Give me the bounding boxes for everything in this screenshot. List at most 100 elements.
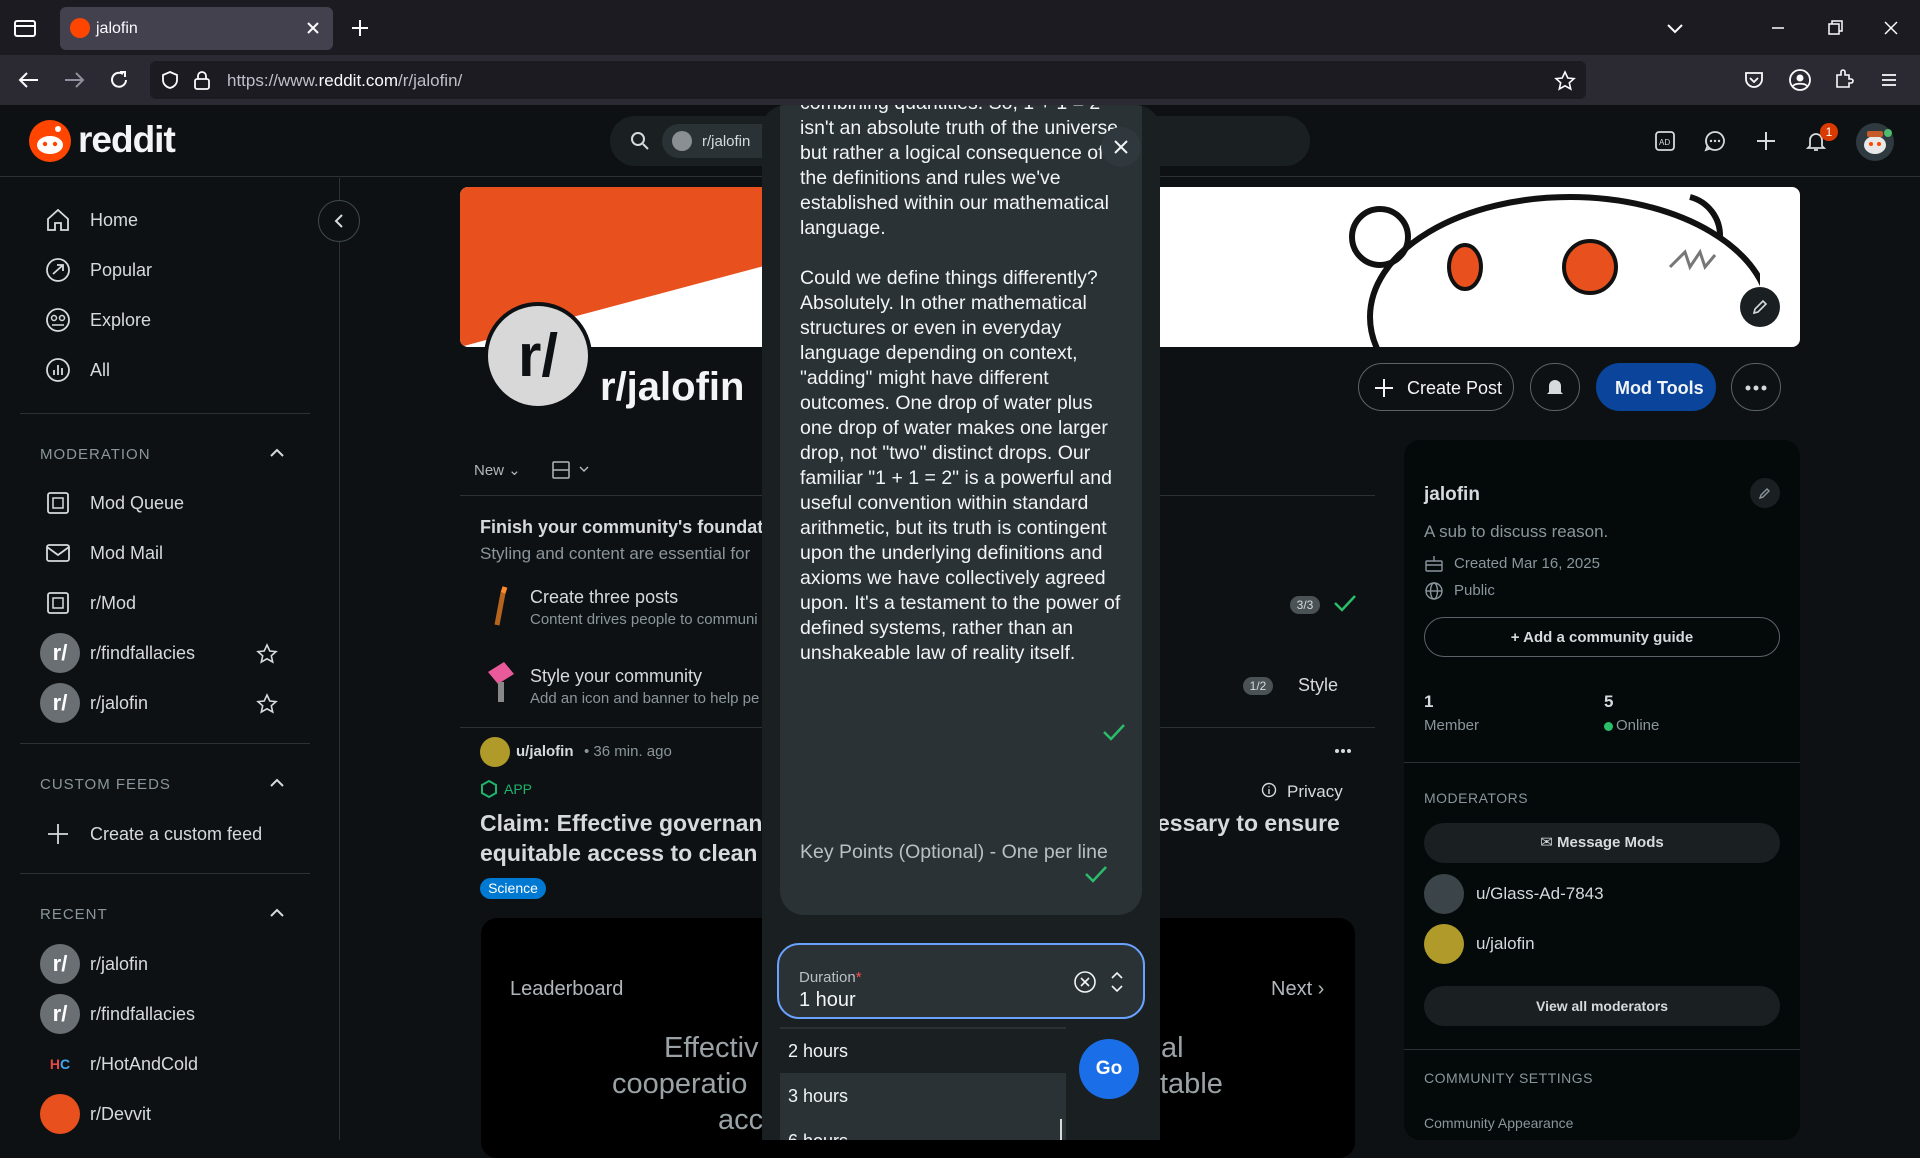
moderator-name[interactable]: u/jalofin [1476,934,1535,954]
sidebar-divider [20,873,310,874]
mod-avatar[interactable] [1424,924,1464,964]
custom-feeds-heading[interactable]: CUSTOM FEEDS [40,776,171,793]
url-text[interactable]: https://www.reddit.com/r/jalofin/ [227,71,462,91]
post-app-label: APP [504,781,533,797]
sidebar-item-jalofin[interactable]: r/ r/jalofin [40,683,300,723]
post-privacy-link[interactable]: Privacy [1287,782,1343,802]
recent-heading[interactable]: RECENT [40,906,108,923]
sidebar-item-explore[interactable]: Explore [40,300,300,340]
favorite-star-icon[interactable] [256,693,278,715]
dropdown-scrollbar[interactable] [1060,1119,1062,1140]
community-icon[interactable]: r/ [484,302,592,410]
notification-settings-button[interactable] [1530,363,1580,411]
recent-item-devvit[interactable]: r/Devvit [40,1094,300,1134]
leaderboard-next[interactable]: Next › [1271,978,1324,1001]
forward-icon[interactable] [63,70,85,90]
duration-option[interactable]: 6 hours [780,1119,1066,1140]
restore-icon[interactable] [1825,18,1845,38]
advertise-icon[interactable]: AD [1653,129,1677,153]
reddit-wordmark[interactable]: reddit [78,119,176,161]
more-options-button[interactable] [1731,363,1781,411]
add-community-guide-button[interactable]: + Add a community guide [1424,617,1780,657]
url-bar[interactable]: https://www.reddit.com/r/jalofin/ [150,61,1586,99]
create-post-modal: combining quantities. So, 1 + 1 = 2 isn'… [762,105,1160,1140]
sidebar-item-mod-queue[interactable]: Mod Queue [40,483,300,523]
chevron-up-icon[interactable] [268,774,286,792]
user-avatar[interactable] [1856,123,1894,161]
post-title-line2[interactable]: equitable access to clean wa [480,840,794,867]
edit-banner-button[interactable] [1740,287,1780,327]
post-title-line1[interactable]: Claim: Effective governance [480,810,788,837]
community-avatar: r/ [40,944,80,984]
foundation-subtitle: Styling and content are essential for [480,544,751,563]
back-icon[interactable] [18,70,40,90]
mod-avatar[interactable] [1424,874,1464,914]
close-window-icon[interactable] [1881,18,1901,38]
chevron-up-icon[interactable] [268,444,286,462]
moderation-heading[interactable]: MODERATION [40,446,151,463]
post-title-line1-end[interactable]: essary to ensure [1157,810,1340,837]
create-plus-icon[interactable] [1754,129,1778,153]
reddit-logo-icon[interactable] [28,119,72,163]
create-custom-feed[interactable]: Create a custom feed [40,814,300,854]
mod-queue-icon [47,492,69,514]
view-all-moderators-button[interactable]: View all moderators [1424,986,1780,1026]
edit-about-button[interactable] [1750,478,1780,508]
message-text: combining quantities. So, 1 + 1 = 2 isn'… [800,105,1124,664]
community-description: A sub to discuss reason. [1424,522,1609,541]
sidebar-item-all[interactable]: All [40,350,300,390]
collapse-sidebar-button[interactable] [318,200,360,242]
chevron-up-icon[interactable] [268,904,286,922]
recent-item-findfallacies[interactable]: r/ r/findfallacies [40,994,300,1034]
reload-icon[interactable] [108,69,130,91]
browser-tab-active[interactable]: jalofin [60,7,333,50]
sidebar-item-popular[interactable]: Popular [40,250,300,290]
message-mods-button[interactable]: ✉ Message Mods [1424,823,1780,863]
sort-dropdown[interactable]: New ⌄ [474,461,521,479]
leaderboard-text-3: acc [718,1104,764,1136]
sidebar-item-findfallacies[interactable]: r/ r/findfallacies [40,633,300,673]
key-points-field[interactable]: Key Points (Optional) - One per line [780,799,1142,915]
recent-item-hotandcold[interactable]: HC r/HotAndCold [40,1044,300,1084]
sidebar-item-r-mod[interactable]: r/Mod [40,583,300,623]
chat-icon[interactable] [1703,129,1727,153]
community-title: r/jalofin [600,365,745,409]
list-all-tabs-icon[interactable] [1665,18,1685,38]
minimize-icon[interactable] [1768,18,1788,38]
duration-option[interactable]: 2 hours [780,1029,1066,1073]
favorite-star-icon[interactable] [256,643,278,665]
go-button[interactable]: Go [1079,1039,1139,1099]
sidebar-item-home[interactable]: Home [40,200,300,240]
clear-circle-icon[interactable] [1073,970,1097,994]
menu-icon[interactable] [1879,70,1899,90]
community-appearance[interactable]: Community Appearance [1424,1115,1573,1131]
sidebar-item-mod-mail[interactable]: Mod Mail [40,533,300,573]
lock-icon[interactable] [193,70,211,90]
more-horizontal-icon[interactable] [1334,748,1352,754]
pocket-icon[interactable] [1743,69,1765,91]
extensions-icon[interactable] [1833,68,1855,90]
new-tab-icon[interactable] [350,18,370,38]
moderator-name[interactable]: u/Glass-Ad-7843 [1476,884,1604,904]
recent-item-jalofin[interactable]: r/ r/jalofin [40,944,300,984]
account-icon[interactable] [1788,68,1812,92]
tracking-shield-icon[interactable] [160,70,180,90]
duration-select[interactable]: Duration* 1 hour [777,943,1145,1019]
snoo-avatar-icon [1864,129,1892,154]
post-flair[interactable]: Science [480,878,546,899]
bookmark-star-icon[interactable] [1554,70,1576,92]
chevron-updown-icon[interactable] [1109,969,1125,995]
post-author[interactable]: u/jalofin [516,743,574,760]
duration-option[interactable]: 3 hours [780,1074,1066,1118]
community-info-sidebar: jalofin A sub to discuss reason. Created… [1404,440,1800,1140]
post-author-avatar[interactable] [480,737,510,767]
create-post-button[interactable]: Create Post [1358,363,1514,411]
close-modal-button[interactable] [1101,127,1141,167]
tab-list-icon[interactable] [14,18,36,38]
close-tab-icon[interactable] [303,18,323,38]
mod-tools-button[interactable]: Mod Tools [1596,363,1716,411]
view-layout-icon[interactable] [552,461,592,479]
style-button[interactable]: Style [1298,675,1338,696]
tab-title: jalofin [96,20,138,37]
cake-icon [1425,556,1443,572]
